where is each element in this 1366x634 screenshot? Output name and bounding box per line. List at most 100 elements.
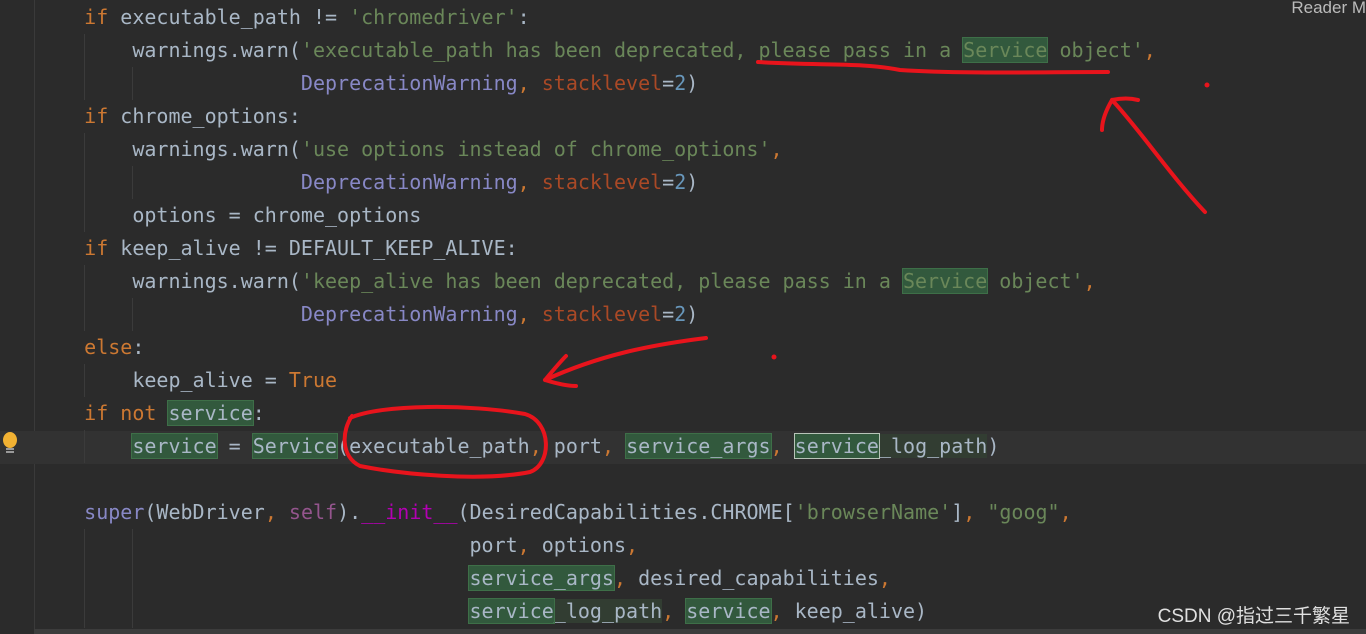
code-token: ,	[963, 500, 988, 524]
code-token: :	[132, 335, 145, 359]
code-token: Service	[251, 433, 339, 459]
code-token: desired_capabilities	[638, 566, 879, 590]
code-token: 'keep_alive has been deprecated, please …	[300, 269, 903, 293]
code-line[interactable]: warnings.warn('keep_alive has been depre…	[36, 265, 1156, 298]
code-line[interactable]: service_args, desired_capabilities,	[36, 562, 1156, 595]
code-token: (executable_path	[337, 434, 530, 458]
code-line[interactable]: if not service:	[36, 397, 1156, 430]
code-line[interactable]: if chrome_options:	[36, 100, 1156, 133]
code-line[interactable]: port, options,	[36, 529, 1156, 562]
indent-guide	[84, 430, 85, 463]
indent-guide	[84, 34, 85, 67]
code-line[interactable]: DeprecationWarning, stacklevel=2)	[36, 166, 1156, 199]
code-token: service	[793, 433, 880, 459]
code-token: =	[662, 71, 675, 95]
code-token: warnings.warn(	[132, 137, 301, 161]
code-token: ).	[337, 500, 362, 524]
code-token: stacklevel	[541, 302, 663, 326]
code-token: 'chromedriver'	[349, 5, 518, 29]
code-token: 'browserName'	[794, 500, 952, 524]
code-token: object'	[987, 269, 1084, 293]
code-token: 2	[674, 302, 687, 326]
code-line[interactable]: warnings.warn('use options instead of ch…	[36, 133, 1156, 166]
code-token: _log_path	[553, 599, 663, 623]
indent-guide	[84, 265, 85, 298]
code-token: if	[84, 236, 121, 260]
code-token: )	[987, 434, 1000, 458]
code-token: )	[686, 302, 699, 326]
code-token: ,	[1059, 500, 1072, 524]
indent-guide	[132, 529, 133, 562]
code-token: Service	[901, 268, 989, 294]
code-line[interactable]: if keep_alive != DEFAULT_KEEP_ALIVE:	[36, 232, 1156, 265]
code-token: "goog"	[987, 500, 1060, 524]
code-token: )	[686, 71, 699, 95]
code-token: (WebDriver	[144, 500, 265, 524]
code-token: executable_path !=	[120, 5, 350, 29]
code-token: ,	[613, 566, 639, 590]
code-token: ,	[264, 500, 289, 524]
editor-gutter	[0, 0, 35, 634]
code-line[interactable]: DeprecationWarning, stacklevel=2)	[36, 67, 1156, 100]
code-token: keep_alive)	[794, 599, 928, 623]
code-token: ,	[517, 533, 542, 557]
lightbulb-icon[interactable]	[2, 432, 18, 456]
indent-guide	[132, 166, 133, 199]
code-token: DeprecationWarning	[300, 302, 518, 326]
code-token: ,	[1083, 269, 1096, 293]
code-token: ,	[878, 566, 891, 590]
indent-guide	[84, 529, 85, 562]
code-token: warnings.warn(	[132, 38, 301, 62]
indent-guide	[132, 562, 133, 595]
code-token: super	[84, 500, 145, 524]
code-token: ,	[517, 170, 542, 194]
code-token: keep_alive != DEFAULT_KEEP_ALIVE:	[120, 236, 518, 260]
code-token: ,	[770, 599, 795, 623]
code-token: True	[288, 368, 338, 392]
code-line[interactable]	[36, 463, 1156, 496]
code-token: 2	[674, 71, 687, 95]
code-token: port	[469, 533, 518, 557]
code-line[interactable]: super(WebDriver, self).__init__(DesiredC…	[36, 496, 1156, 529]
code-token: if	[84, 104, 121, 128]
code-token: ,	[517, 71, 542, 95]
code-token: :	[517, 5, 530, 29]
code-line[interactable]: service_log_path, service, keep_alive)	[36, 595, 1156, 628]
code-line[interactable]: service = Service(executable_path, port,…	[36, 430, 1156, 463]
code-line[interactable]: DeprecationWarning, stacklevel=2)	[36, 298, 1156, 331]
code-token: stacklevel	[541, 170, 663, 194]
code-token: Service	[962, 37, 1049, 63]
reader-mode-button[interactable]: Reader M	[1291, 0, 1366, 18]
code-token: service	[167, 400, 254, 426]
code-token: options	[541, 533, 627, 557]
code-token: warnings.warn(	[132, 269, 301, 293]
code-token: if	[84, 5, 121, 29]
code-line[interactable]: else:	[36, 331, 1156, 364]
indent-guide	[84, 595, 85, 628]
code-line[interactable]: keep_alive = True	[36, 364, 1156, 397]
code-token: :	[252, 401, 265, 425]
code-token: stacklevel	[541, 71, 663, 95]
code-token: chrome_options:	[120, 104, 301, 128]
code-token: 2	[674, 170, 687, 194]
code-token: service	[685, 598, 772, 624]
code-token: ,	[1143, 38, 1156, 62]
code-token: port	[553, 434, 602, 458]
indent-guide	[84, 364, 85, 397]
code-token: 'use options instead of chrome_options'	[300, 137, 771, 161]
code-line[interactable]: if executable_path != 'chromedriver':	[36, 1, 1156, 34]
code-line[interactable]: options = chrome_options	[36, 199, 1156, 232]
code-token: options = chrome_options	[132, 203, 422, 227]
code-token: =	[216, 434, 253, 458]
horizontal-scrollbar[interactable]	[34, 629, 1366, 634]
watermark: CSDN @指过三千繁星	[1157, 606, 1350, 627]
code-token: ]	[951, 500, 964, 524]
code-token: DeprecationWarning	[300, 170, 518, 194]
code-line[interactable]: warnings.warn('executable_path has been …	[36, 34, 1156, 67]
code-token: service	[468, 598, 555, 624]
code-token: service_args	[625, 433, 772, 459]
code-token: )	[686, 170, 699, 194]
code-token: if not	[84, 401, 169, 425]
code-token: ,	[529, 434, 554, 458]
code-editor[interactable]: if executable_path != 'chromedriver': wa…	[36, 1, 1156, 628]
